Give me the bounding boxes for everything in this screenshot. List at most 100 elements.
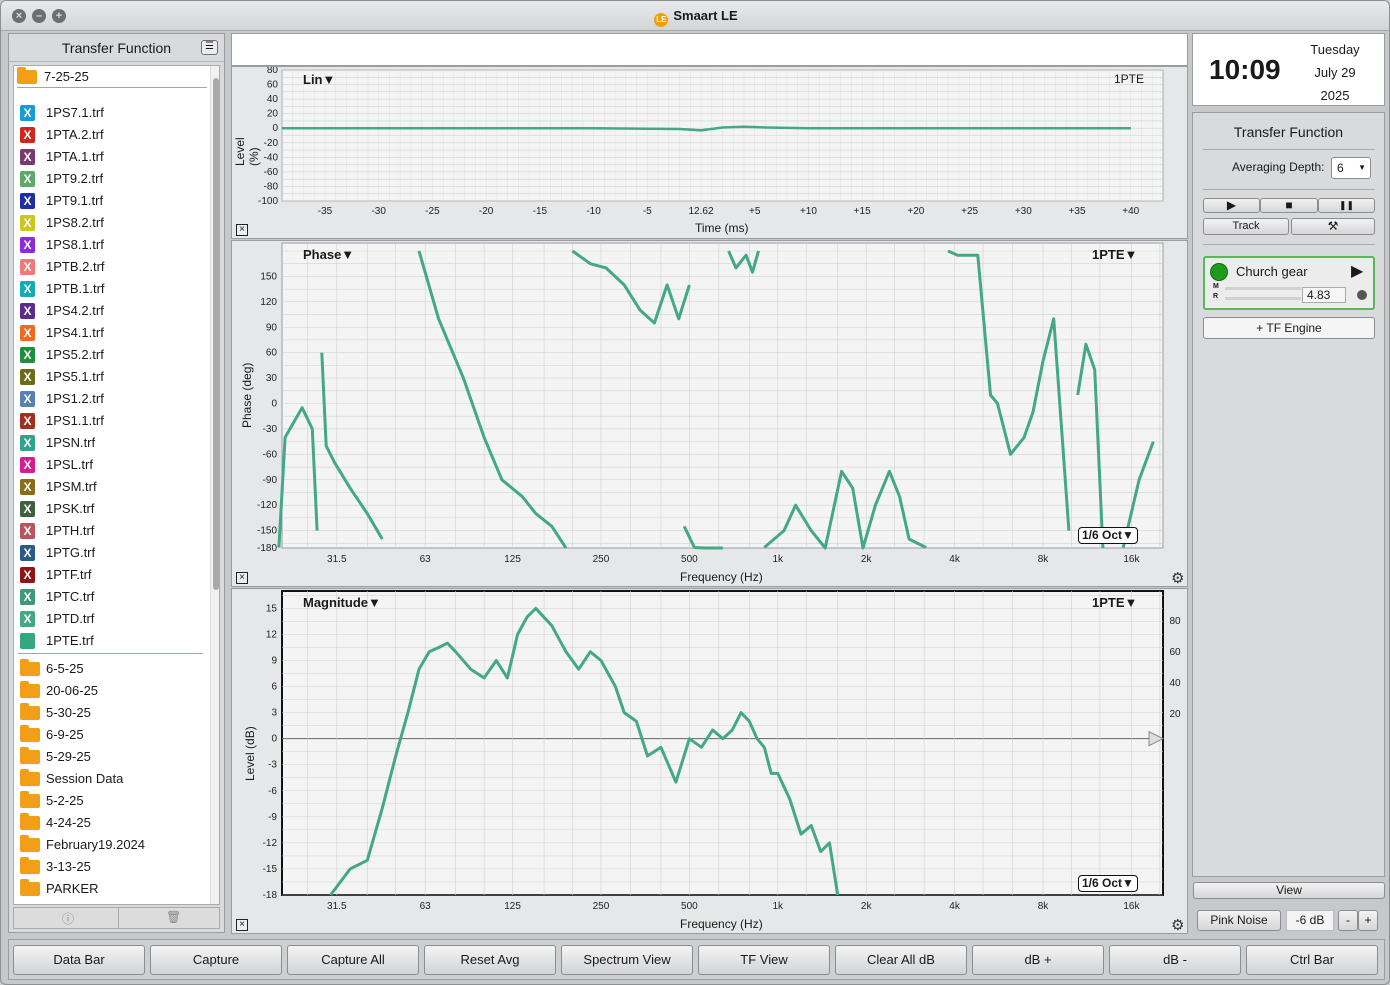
phase-x-axis-label: Frequency (Hz)	[680, 570, 763, 584]
play-arrow-icon[interactable]: ▶	[1351, 261, 1363, 281]
folder-name: February19.2024	[46, 837, 146, 852]
trf-file-icon: X	[20, 567, 35, 583]
browser-scrollbar[interactable]	[210, 66, 219, 904]
command-button-db[interactable]: dB -	[1109, 945, 1241, 975]
close-plot-icon[interactable]: ×	[236, 919, 248, 931]
x-tick-label: +10	[800, 206, 817, 217]
add-tf-engine-button[interactable]: + TF Engine	[1203, 317, 1375, 339]
plot-area	[281, 590, 1164, 896]
file-name: 1PTF.trf	[46, 567, 92, 582]
x-tick-label: +25	[961, 206, 978, 217]
folder-icon	[20, 725, 40, 742]
file-list[interactable]: 7-25-25 X1PS7.2.trfX1PS7.1.trfX1PTA.2.tr…	[13, 65, 220, 905]
command-button-capture-all[interactable]: Capture All	[287, 945, 419, 975]
close-plot-icon[interactable]: ×	[236, 224, 248, 236]
command-button-spectrum-view[interactable]: Spectrum View	[561, 945, 693, 975]
impulse-response-plot[interactable]: 80 60 40 20 0 -20 -40 -60 -80 -100 -35 -30 -25 -20 -15…	[231, 66, 1188, 239]
phase-y-axis-label: Phase (deg)	[240, 362, 254, 428]
play-button[interactable]: ▶	[1203, 198, 1260, 213]
folder-name: 5-29-25	[46, 749, 91, 764]
command-button-tf-view[interactable]: TF View	[698, 945, 830, 975]
y-tick-label: -180	[257, 543, 277, 554]
command-button-db[interactable]: dB +	[972, 945, 1104, 975]
file-name: 1PTB.1.trf	[46, 281, 105, 296]
file-name: 1PT9.1.trf	[46, 193, 104, 208]
command-button-clear-all-db[interactable]: Clear All dB	[835, 945, 967, 975]
trf-file-icon: X	[20, 303, 35, 319]
magnitude-trace-dropdown[interactable]: 1PTE▼	[1092, 595, 1137, 610]
phase-plot[interactable]: 150 120 90 60 30 0 -30 -60 -90 -120 -150 -180 31.5 63…	[231, 240, 1188, 587]
trf-file-icon: X	[20, 435, 35, 451]
impulse-mode-dropdown[interactable]: Lin▼	[303, 72, 335, 87]
x-tick-label: +35	[1069, 206, 1086, 217]
phase-svg: 150 120 90 60 30 0 -30 -60 -90 -120 -150 -180 31.5 63…	[257, 242, 1164, 565]
phase-mode-dropdown[interactable]: Phase▼	[303, 247, 354, 262]
x-tick-label: +20	[907, 206, 924, 217]
browser-menu-button[interactable]: ☰	[201, 40, 218, 55]
folder-icon	[20, 747, 40, 764]
y-tick-label: -15	[263, 864, 278, 875]
folder-icon	[20, 769, 40, 786]
record-icon[interactable]	[1357, 290, 1367, 300]
level-plus-button[interactable]: +	[1358, 910, 1378, 931]
magnitude-x-axis-label: Frequency (Hz)	[680, 917, 763, 931]
command-button-data-bar[interactable]: Data Bar	[13, 945, 145, 975]
gear-icon[interactable]: ⚙	[1171, 569, 1184, 587]
info-icon[interactable]: ⓘ	[62, 910, 74, 927]
phase-trace-dropdown[interactable]: 1PTE▼	[1092, 247, 1137, 262]
y-tick-label: -6	[268, 786, 277, 797]
stop-button[interactable]: ■	[1260, 198, 1318, 213]
scrollbar-thumb[interactable]	[213, 78, 219, 590]
engine-status-indicator[interactable]	[1210, 263, 1228, 281]
footer-divider	[118, 908, 119, 928]
engine-card[interactable]: Church gear ▶ M R 4.83	[1203, 256, 1375, 310]
data-bar	[231, 33, 1188, 66]
folder-icon	[20, 703, 40, 720]
y-tick-label: 30	[266, 373, 278, 384]
y-tick-label: -3	[268, 760, 277, 771]
x-tick-label: -30	[371, 206, 386, 217]
x-tick-label: 4k	[949, 554, 961, 565]
trash-icon[interactable]: 🗑	[166, 910, 181, 924]
command-button-ctrl-bar[interactable]: Ctrl Bar	[1246, 945, 1378, 975]
magnitude-smoothing-dropdown[interactable]: 1/6 Oct▼	[1078, 875, 1138, 892]
close-plot-icon[interactable]: ×	[236, 572, 248, 584]
trf-file-icon: X	[20, 413, 35, 429]
x-tick-label: 31.5	[327, 554, 347, 565]
magnitude-plot[interactable]: 15 12 9 6 3 0 -3 -6 -9 -12 -15 -18 80 60 40 20 31.5 63 125…	[231, 588, 1188, 934]
current-folder-row[interactable]: 7-25-25	[17, 66, 207, 88]
file-name: 1PS8.2.trf	[46, 215, 104, 230]
command-button-reset-avg[interactable]: Reset Avg	[424, 945, 556, 975]
generator-button[interactable]: Pink Noise	[1197, 910, 1281, 931]
level-minus-button[interactable]: -	[1338, 910, 1358, 931]
x-tick-label: -5	[643, 206, 652, 217]
magnitude-mode-dropdown[interactable]: Magnitude▼	[303, 595, 381, 610]
command-button-capture[interactable]: Capture	[150, 945, 282, 975]
x-tick-label: +15	[854, 206, 871, 217]
x-tick-label: 63	[420, 554, 432, 565]
phase-smoothing-dropdown[interactable]: 1/6 Oct▼	[1078, 527, 1138, 544]
trf-file-icon: X	[20, 457, 35, 473]
folder-name: PARKER	[46, 881, 99, 896]
gear-icon[interactable]: ⚙	[1171, 916, 1184, 934]
averaging-depth-label: Averaging Depth:	[1232, 160, 1325, 174]
engine-delay-field[interactable]: 4.83	[1302, 287, 1346, 303]
track-button[interactable]: Track	[1203, 218, 1289, 235]
x-tick-label: 1k	[773, 901, 785, 912]
y2-tick-label: 20	[1169, 709, 1181, 720]
x-tick-label: 16k	[1123, 554, 1140, 565]
generator-level[interactable]: -6 dB	[1286, 910, 1334, 931]
y-tick-label: -9	[268, 812, 277, 823]
averaging-depth-select[interactable]: 6 ▼	[1331, 157, 1371, 179]
meter-m-label: M	[1213, 283, 1219, 290]
y-tick-label: 60	[266, 348, 278, 359]
file-name: 1PTH.trf	[46, 523, 95, 538]
tools-icon[interactable]: ⚒	[1291, 218, 1375, 235]
magnitude-svg: 15129630-3-6-9-12-15-188060402031.5 63 125…	[263, 590, 1181, 912]
chevron-down-icon: ▼	[1358, 163, 1366, 172]
trf-file-icon: X	[20, 237, 35, 253]
y-tick-label: 12	[266, 629, 278, 640]
view-button[interactable]: View	[1193, 882, 1385, 899]
pause-button[interactable]: ❚❚	[1318, 198, 1375, 213]
y-tick-label: 3	[271, 708, 277, 719]
